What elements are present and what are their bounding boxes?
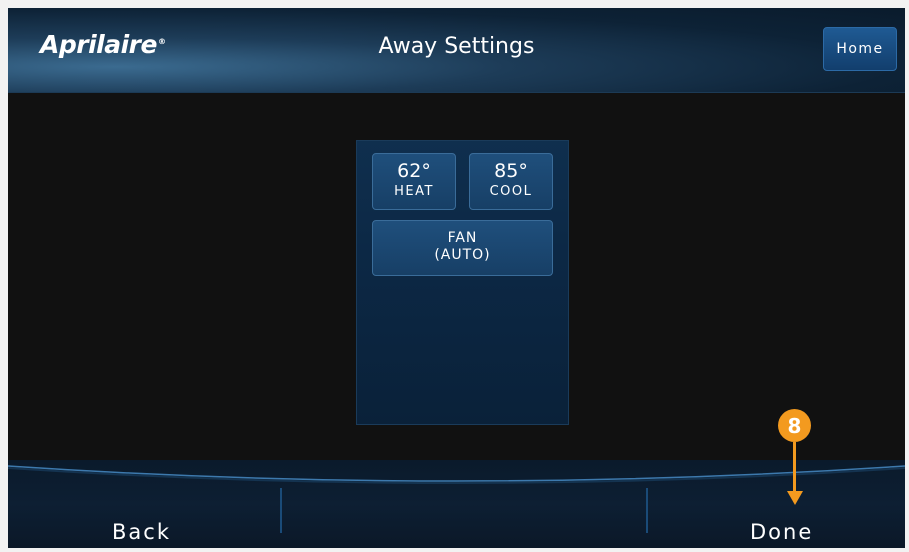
fan-mode-value: (AUTO) [434,247,491,263]
thermostat-screen: Aprilaire® Away Settings Home 62° HEAT 8… [8,8,905,548]
fan-label: FAN [447,230,478,246]
page-title: Away Settings [378,34,535,59]
heat-temperature: 62° [397,160,431,182]
heat-setpoint-button[interactable]: 62° HEAT [372,153,456,210]
arrow-down-icon [787,491,803,505]
callout-arrow-line [793,442,796,493]
cool-label: COOL [489,184,533,199]
away-settings-panel: 62° HEAT 85° COOL FAN (AUTO) [356,140,569,425]
back-button[interactable]: Back [112,520,171,544]
nav-divider-left [280,488,282,533]
header-bar: Aprilaire® Away Settings Home [8,8,905,93]
cool-setpoint-button[interactable]: 85° COOL [469,153,553,210]
heat-label: HEAT [394,184,434,199]
nav-divider-right [646,488,648,533]
home-button[interactable]: Home [823,27,897,71]
done-button[interactable]: Done [750,520,813,544]
cool-temperature: 85° [494,160,528,182]
step-callout-badge: 8 [778,409,811,442]
fan-mode-button[interactable]: FAN (AUTO) [372,220,553,276]
